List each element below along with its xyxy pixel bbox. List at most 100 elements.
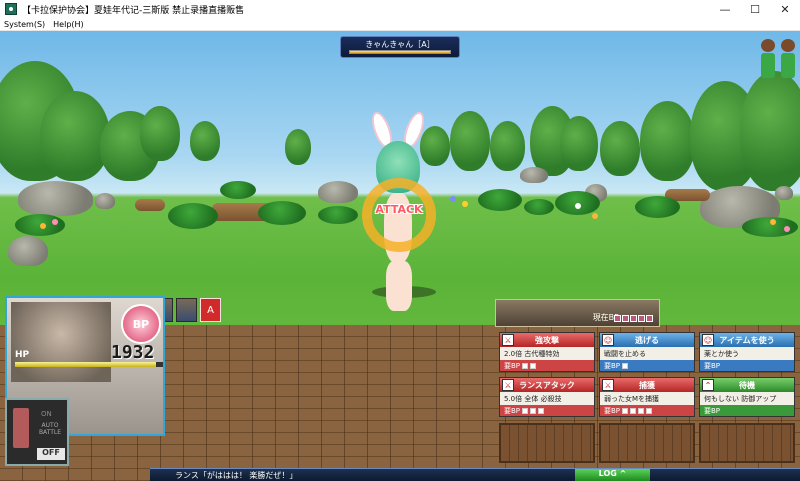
hp-value: 1932 xyxy=(111,342,155,363)
command-header: ⚔ ランスアタック xyxy=(500,378,594,392)
cost-pip xyxy=(522,362,529,369)
bush xyxy=(478,189,522,211)
rock xyxy=(8,236,48,266)
menu-help[interactable]: Help(H) xyxy=(49,20,88,29)
empty-command-slot xyxy=(599,423,695,463)
title-bar: 【卡拉保护协会】夏娃年代记-三斯版 禁止录播直播贩售 — ☐ ✕ xyxy=(0,0,800,18)
command-cost: 要BP xyxy=(700,360,794,371)
command-cost-label: 要BP xyxy=(604,361,621,370)
command-description: 戦闘を止める xyxy=(604,350,646,358)
hp-bar xyxy=(15,362,163,367)
cost-pip xyxy=(622,407,629,414)
command-header: ⚔ 強攻撃 xyxy=(500,333,594,347)
auto-on-label: ON xyxy=(41,410,52,418)
app-icon xyxy=(5,3,17,15)
command-title: 逃げる xyxy=(635,335,659,345)
rock xyxy=(775,186,793,200)
bp-cell xyxy=(638,315,645,322)
command-title: 強攻撃 xyxy=(535,335,559,345)
person-icon: ☺ xyxy=(602,334,614,346)
command-cost-label: 要BP xyxy=(704,361,721,370)
command-title: アイテムを使う xyxy=(719,335,775,345)
command-description: 何もしない 防御アップ xyxy=(704,395,777,403)
flower xyxy=(784,226,790,232)
rock xyxy=(95,193,115,209)
bush xyxy=(258,201,306,225)
bush xyxy=(318,206,358,224)
auto-battle-toggle[interactable]: ON AUTO BATTLE OFF xyxy=(5,398,69,466)
command-button[interactable]: ⚔ 強攻撃 2.0倍 古代種特効 要BP xyxy=(499,332,595,372)
command-cost-label: 要BP xyxy=(604,406,621,415)
flower xyxy=(770,219,776,225)
command-description: 薬とか使う xyxy=(704,350,739,358)
command-cost: 要BP xyxy=(500,405,594,416)
flower xyxy=(575,203,581,209)
flower xyxy=(52,219,58,225)
log-button[interactable]: LOG ^ xyxy=(575,469,650,481)
cost-pip xyxy=(646,407,653,414)
rock xyxy=(520,167,548,183)
rock xyxy=(318,181,358,203)
auto-battle-switch[interactable] xyxy=(13,408,29,448)
command-cost-label: 要BP xyxy=(504,406,521,415)
enemy-hp-fill xyxy=(350,51,450,53)
command-header: ⚔ 捕獲 xyxy=(600,378,694,392)
sword-icon: ⚔ xyxy=(502,379,514,391)
minimize-button[interactable]: — xyxy=(710,0,740,18)
bp-cell xyxy=(630,315,637,322)
close-button[interactable]: ✕ xyxy=(770,0,800,18)
chevron-up-icon: ⌃ xyxy=(702,379,714,391)
command-button[interactable]: ⚔ 捕獲弱った女Mを捕獲 要BP xyxy=(599,377,695,417)
bp-cell xyxy=(622,315,629,322)
sword-icon: ⚔ xyxy=(502,334,514,346)
command-cost: 要BP xyxy=(500,360,594,371)
person-icon: ☺ xyxy=(702,334,714,346)
command-cost-label: 要BP xyxy=(704,406,721,415)
cost-pip xyxy=(538,407,545,414)
command-cost: 要BP xyxy=(600,360,694,371)
hp-fill xyxy=(15,362,156,367)
bush xyxy=(635,196,680,218)
enemy-legs xyxy=(386,261,412,311)
flower xyxy=(450,196,456,202)
cost-pip xyxy=(630,407,637,414)
command-cost: 要BP xyxy=(700,405,794,416)
command-description: 5.0倍 全体 必殺技 xyxy=(504,395,562,403)
cost-pip xyxy=(638,407,645,414)
enemy-nameplate: きゃんきゃん［A］ xyxy=(340,36,460,58)
maximize-button[interactable]: ☐ xyxy=(740,0,770,18)
command-header: ☺ 逃げる xyxy=(600,333,694,347)
cost-pip xyxy=(530,362,537,369)
log xyxy=(135,199,165,211)
npc-child-left xyxy=(760,39,776,79)
command-title: 捕獲 xyxy=(639,380,655,390)
cost-pip xyxy=(622,362,629,369)
command-title: ランスアタック xyxy=(519,380,575,390)
menu-system[interactable]: System(S) xyxy=(0,20,49,29)
sword-icon: ⚔ xyxy=(602,379,614,391)
command-button[interactable]: ☺ 逃げる戦闘を止める 要BP xyxy=(599,332,695,372)
command-button[interactable]: ⌃ 待機何もしない 防御アップ 要BP xyxy=(699,377,795,417)
command-button[interactable]: ☺ アイテムを使う薬とか使う要BP xyxy=(699,332,795,372)
command-cost-label: 要BP xyxy=(504,361,521,370)
empty-command-slot xyxy=(499,423,595,463)
cost-pip xyxy=(522,407,529,414)
bush xyxy=(220,181,256,199)
command-description: 弱った女Mを捕獲 xyxy=(604,395,660,403)
bp-cell xyxy=(646,315,653,322)
command-button[interactable]: ⚔ ランスアタック 5.0倍 全体 必殺技 要BP xyxy=(499,377,595,417)
bp-cell xyxy=(614,315,621,322)
flower xyxy=(592,213,598,219)
attack-label: ATTACK xyxy=(375,203,423,216)
command-description: 2.0倍 古代種特効 xyxy=(504,350,560,358)
current-bp-bar: 現在BP xyxy=(495,299,660,327)
character-portrait xyxy=(11,302,111,382)
bp-cells xyxy=(614,315,653,322)
enemy-name: きゃんきゃん［A］ xyxy=(365,40,435,49)
bush xyxy=(168,203,218,229)
bush xyxy=(524,199,554,215)
command-header: ⌃ 待機 xyxy=(700,378,794,392)
hp-label: HP xyxy=(15,350,30,360)
turn-slot-hero xyxy=(176,298,197,322)
window-title: 【卡拉保护协会】夏娃年代记-三斯版 禁止录播直播贩售 xyxy=(22,5,245,16)
